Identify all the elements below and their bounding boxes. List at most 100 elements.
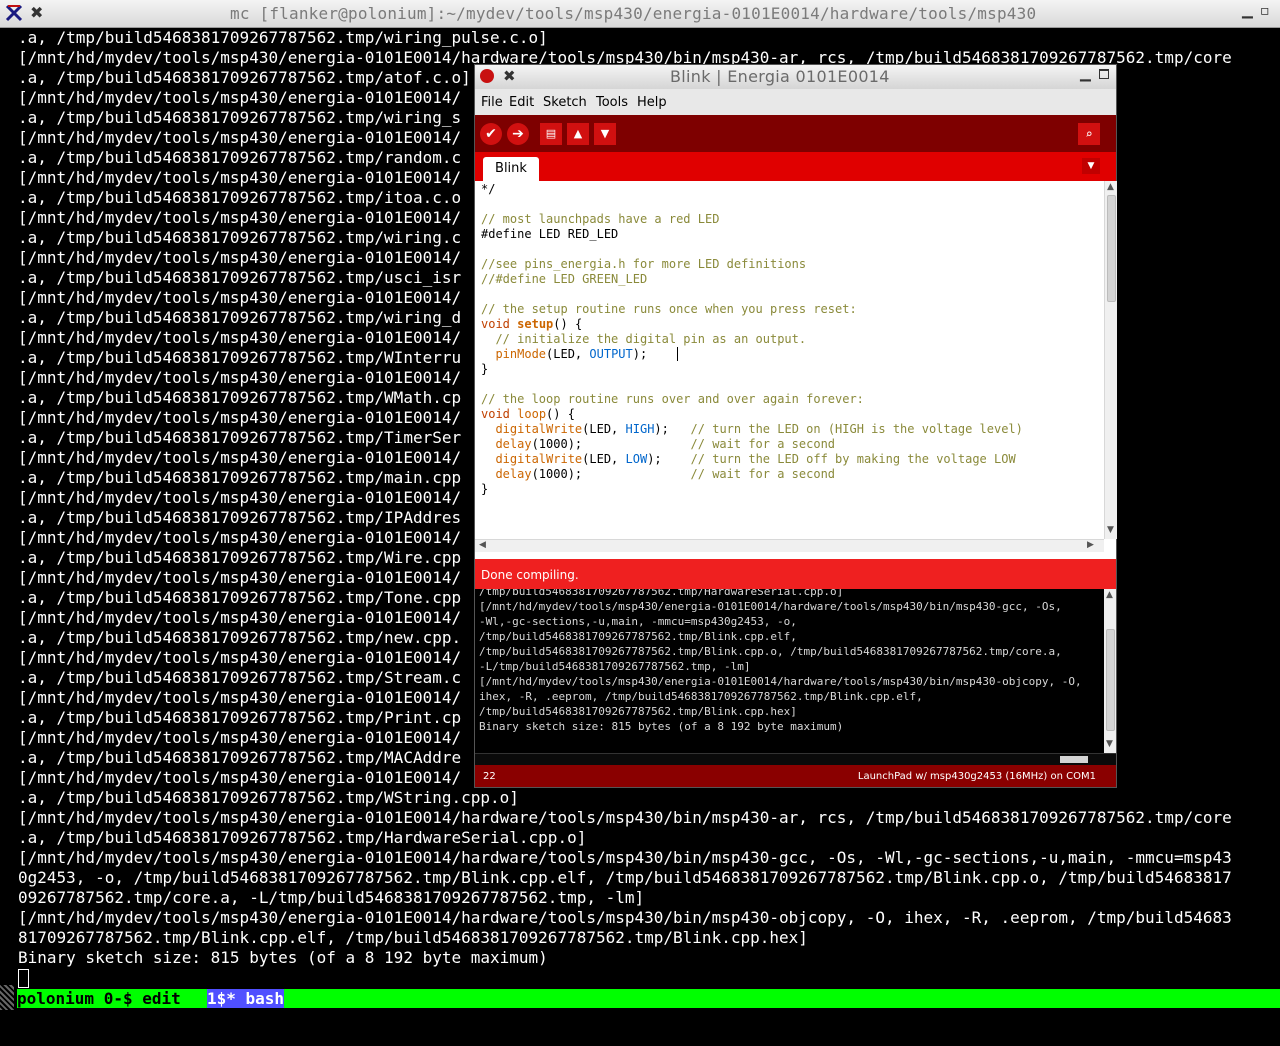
- code-editor[interactable]: */ // most launchpads have a red LED #de…: [475, 181, 1104, 539]
- scrollbar-thumb[interactable]: [1106, 629, 1115, 731]
- ide-titlebar[interactable]: ✖ Blink | Energia 0101E0014 ▁: [475, 65, 1116, 89]
- window-edge: [0, 985, 14, 1010]
- code-token: void: [481, 407, 510, 421]
- serial-monitor-button[interactable]: ⌕: [1078, 123, 1100, 145]
- code-token: (1000);: [531, 437, 691, 451]
- code-token: );: [654, 422, 691, 436]
- new-sketch-button[interactable]: ▤: [540, 123, 562, 145]
- terminal-cursor: [18, 969, 29, 988]
- scrollbar-thumb[interactable]: [1107, 195, 1116, 302]
- menu-sketch[interactable]: Sketch: [543, 95, 587, 110]
- scroll-down-icon[interactable]: ▼: [1106, 739, 1113, 749]
- code-token: pinMode: [495, 347, 547, 361]
- code-token: delay: [495, 467, 532, 481]
- scroll-up-icon[interactable]: ▲: [1107, 182, 1114, 192]
- console-line: -L/tmp/build5468381709267787562.tmp, -lm…: [479, 660, 751, 673]
- close-icon[interactable]: ✖: [30, 3, 43, 22]
- code-line: // most launchpads have a red LED: [481, 212, 720, 226]
- code-token: void: [481, 317, 510, 331]
- close-icon[interactable]: ✖: [503, 67, 516, 85]
- terminal-line: .a, /tmp/build5468381709267787562.tmp/wi…: [18, 28, 548, 47]
- code-token: // turn the LED on (HIGH is the voltage …: [690, 422, 1023, 436]
- scroll-up-icon[interactable]: ▲: [1106, 590, 1113, 600]
- code-token: HIGH: [625, 422, 655, 436]
- editor-vertical-scrollbar[interactable]: ▲ ▼: [1104, 181, 1117, 539]
- console-line: /tmp/build5468381709267787562.tmp/Blink.…: [479, 630, 797, 643]
- line-number: 22: [483, 771, 496, 782]
- code-token: digitalWrite: [495, 452, 583, 466]
- active-window-tab[interactable]: 1$* bash: [207, 989, 285, 1008]
- screen-status-bar: polonium 0-$ edit 1$* bash: [17, 989, 1280, 1008]
- tab-blink[interactable]: Blink: [483, 157, 539, 181]
- console-line: [/mnt/hd/mydev/tools/msp430/energia-0101…: [479, 600, 1062, 613]
- console-vertical-scrollbar[interactable]: ▲ ▼: [1104, 589, 1116, 753]
- scroll-left-icon[interactable]: ◀: [479, 540, 486, 550]
- toolbar: ✔ ➔ ▤ ▲ ▼ ⌕: [475, 115, 1116, 152]
- code-line: // the loop routine runs over and over a…: [481, 392, 864, 406]
- terminal-titlebar[interactable]: ✖ mc [flanker@polonium]:~/mydev/tools/ms…: [0, 0, 1280, 28]
- code-token: );: [647, 452, 691, 466]
- menu-edit[interactable]: Edit: [509, 95, 534, 110]
- maximize-icon[interactable]: ▫: [1260, 3, 1270, 19]
- code-token: digitalWrite: [495, 422, 583, 436]
- terminal-line: [/mnt/hd/mydev/tools/msp430/energia-0101…: [18, 908, 1232, 927]
- terminal-line: .a, /tmp/build5468381709267787562.tmp/WS…: [18, 788, 519, 807]
- maximize-icon[interactable]: [1099, 69, 1109, 79]
- console-line: [/mnt/hd/mydev/tools/msp430/energia-0101…: [479, 675, 1082, 688]
- terminal-line: 81709267787562.tmp/Blink.cpp.elf, /tmp/b…: [18, 928, 808, 947]
- code-line: // the setup routine runs once when you …: [481, 302, 857, 316]
- code-token: LOW: [625, 452, 648, 466]
- scrollbar-thumb[interactable]: [1060, 756, 1088, 763]
- menu-tools[interactable]: Tools: [596, 95, 628, 110]
- code-token: () {: [546, 407, 575, 421]
- window-title: mc [flanker@polonium]:~/mydev/tools/msp4…: [230, 4, 1037, 23]
- verify-button[interactable]: ✔: [480, 123, 502, 145]
- code-line: //#define LED GREEN_LED: [481, 272, 648, 286]
- board-info: LaunchPad w/ msp430g2453 (16MHz) on COM1: [857, 771, 1096, 782]
- code-token: );: [632, 347, 648, 361]
- terminal-line: [/mnt/hd/mydev/tools/msp430/energia-0101…: [18, 808, 1232, 827]
- upload-button[interactable]: ➔: [507, 123, 529, 145]
- minimize-icon[interactable]: ▁: [1080, 66, 1091, 82]
- menu-help[interactable]: Help: [637, 95, 667, 110]
- code-token: (LED,: [582, 452, 626, 466]
- code-line: delay(1000); // wait for a second: [481, 437, 835, 452]
- console-output[interactable]: /tmp/build5468381709267787562.tmp/Hardwa…: [475, 589, 1104, 753]
- ide-window-title: Blink | Energia 0101E0014: [670, 67, 890, 86]
- code-line: #define LED RED_LED: [481, 227, 619, 241]
- text-caret: [677, 347, 678, 361]
- code-line: void loop() {: [481, 407, 575, 422]
- code-line: }: [481, 362, 489, 376]
- scroll-right-icon[interactable]: ▶: [1087, 540, 1094, 550]
- code-line: digitalWrite(LED, LOW); // turn the LED …: [481, 452, 1015, 467]
- code-line: digitalWrite(LED, HIGH); // turn the LED…: [481, 422, 1023, 437]
- menu-bar: File Edit Sketch Tools Help: [475, 89, 1116, 115]
- open-sketch-button[interactable]: ▲: [567, 123, 589, 145]
- editor-horizontal-scrollbar[interactable]: ◀ ▶: [475, 539, 1104, 552]
- console-line: Binary sketch size: 815 bytes (of a 8 19…: [479, 720, 844, 733]
- session-status: polonium 0-$ edit: [17, 989, 181, 1008]
- terminal-line: 0g2453, -o, /tmp/build546838170926778756…: [18, 868, 1232, 887]
- code-line: pinMode(LED, OUTPUT);: [481, 347, 647, 362]
- console-line: /tmp/build5468381709267787562.tmp/Hardwa…: [479, 589, 844, 598]
- console-line: ihex, -R, .eeprom, /tmp/build54683817092…: [479, 690, 923, 703]
- minimize-icon[interactable]: ▁: [1242, 3, 1253, 19]
- code-token: (LED,: [546, 347, 590, 361]
- scroll-down-icon[interactable]: ▼: [1107, 525, 1114, 535]
- code-token: (1000);: [531, 467, 691, 481]
- tab-menu-arrow-icon[interactable]: ▼: [1082, 158, 1100, 174]
- code-line: delay(1000); // wait for a second: [481, 467, 835, 482]
- terminal-line: 09267787562.tmp/core.a, -L/tmp/build5468…: [18, 888, 645, 907]
- console-line: -Wl,-gc-sections,-u,main, -mmcu=msp430g2…: [479, 615, 797, 628]
- energia-window: ✖ Blink | Energia 0101E0014 ▁ File Edit …: [475, 65, 1117, 787]
- menu-file[interactable]: File: [481, 95, 503, 110]
- terminal-line: Binary sketch size: 815 bytes (of a 8 19…: [18, 948, 548, 967]
- xterm-icon[interactable]: [5, 4, 23, 22]
- save-sketch-button[interactable]: ▼: [594, 123, 616, 145]
- code-line: */: [481, 182, 496, 196]
- code-token: OUTPUT: [589, 347, 633, 361]
- energia-logo-icon[interactable]: [480, 69, 494, 83]
- console-line: /tmp/build5468381709267787562.tmp/Blink.…: [479, 705, 797, 718]
- code-token: // wait for a second: [690, 437, 836, 451]
- terminal-line: .a, /tmp/build5468381709267787562.tmp/Ha…: [18, 828, 587, 847]
